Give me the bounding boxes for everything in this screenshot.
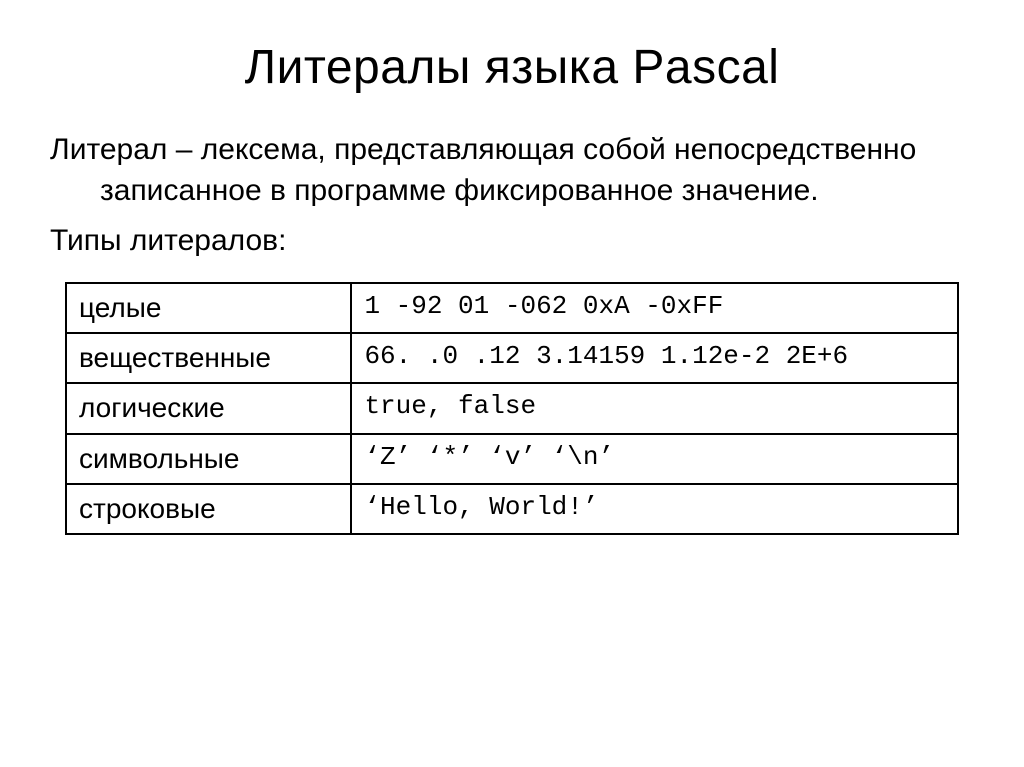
literal-types-table-wrapper: целые 1 -92 01 -062 0xA -0xFF вещественн… (50, 282, 974, 536)
literal-type-label: вещественные (66, 333, 351, 383)
table-row: логические true, false (66, 383, 958, 433)
literal-type-label: символьные (66, 434, 351, 484)
literal-type-example: 1 -92 01 -062 0xA -0xFF (351, 283, 958, 333)
literal-types-table: целые 1 -92 01 -062 0xA -0xFF вещественн… (65, 282, 959, 536)
table-row: символьные ‘Z’ ‘*’ ‘v’ ‘\n’ (66, 434, 958, 484)
page-title: Литералы языка Pascal (50, 40, 974, 95)
table-row: вещественные 66. .0 .12 3.14159 1.12e-2 … (66, 333, 958, 383)
literal-type-example: ‘Z’ ‘*’ ‘v’ ‘\n’ (351, 434, 958, 484)
table-row: строковые ‘Hello, World!’ (66, 484, 958, 534)
definition-text: Литерал – лексема, представляющая собой … (50, 130, 974, 211)
literal-type-example: ‘Hello, World!’ (351, 484, 958, 534)
table-row: целые 1 -92 01 -062 0xA -0xFF (66, 283, 958, 333)
literal-type-example: 66. .0 .12 3.14159 1.12e-2 2E+6 (351, 333, 958, 383)
literal-type-label: логические (66, 383, 351, 433)
literal-type-example: true, false (351, 383, 958, 433)
literal-type-label: целые (66, 283, 351, 333)
literal-type-label: строковые (66, 484, 351, 534)
types-label: Типы литералов: (50, 221, 974, 262)
